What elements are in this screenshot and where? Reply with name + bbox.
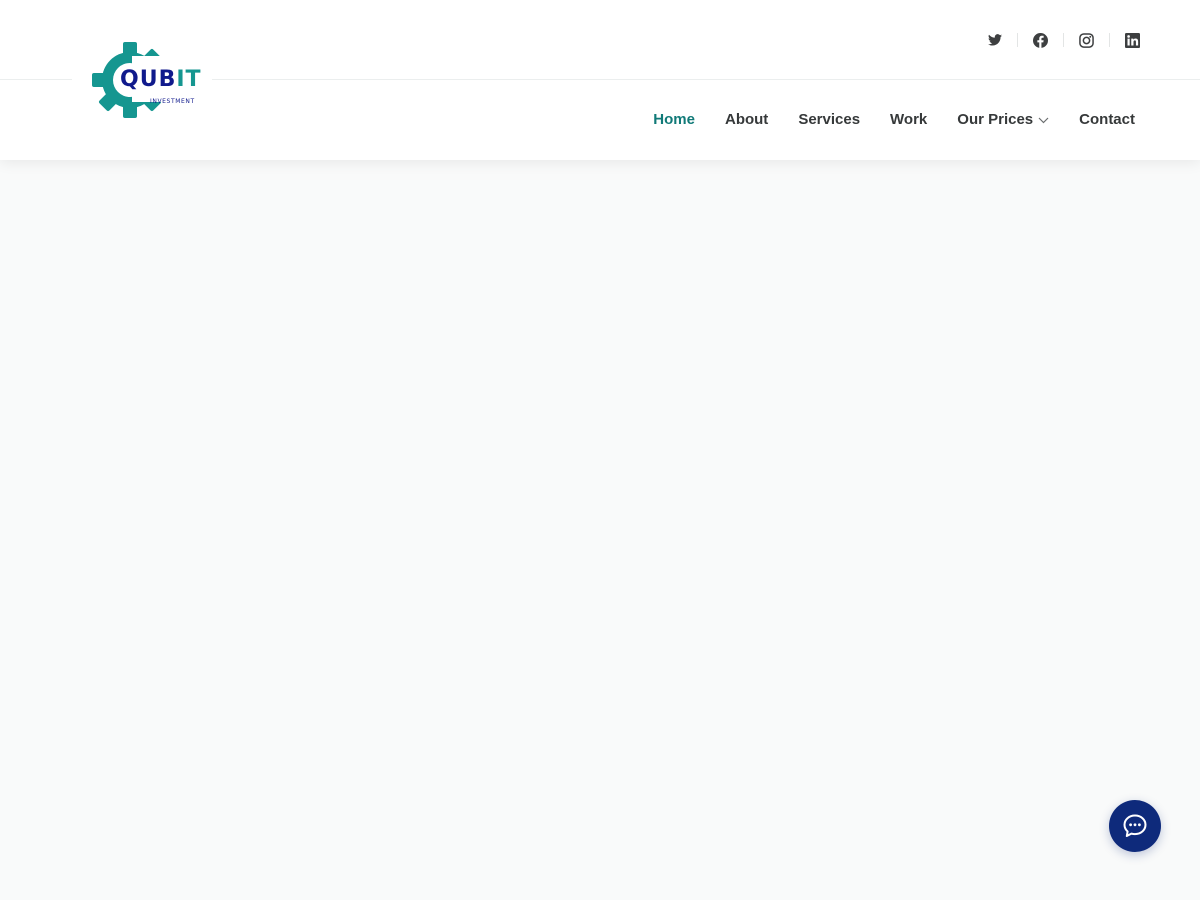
nav-item-contact[interactable]: Contact [1079,106,1135,134]
brand-logo[interactable]: QUBIT INVESTMENT [72,32,212,128]
nav-item-label: Contact [1079,111,1135,128]
brand-name-part1: QUB [120,67,177,92]
nav-item-label: About [724,111,769,128]
main-nav: Home About Services Work Our Prices Cont… [623,106,1135,134]
nav-item-about[interactable]: About [725,106,768,134]
nav-item-services[interactable]: Services [798,106,860,134]
brand-tagline: INVESTMENT [150,98,195,105]
nav-item-label: Services [798,111,861,128]
site-header: QUBIT INVESTMENT Home About Services Wor… [0,0,1200,160]
nav-item-label: Work [890,111,928,128]
twitter-icon [987,34,1002,46]
facebook-link[interactable] [1018,28,1063,52]
instagram-icon [1079,32,1094,48]
linkedin-link[interactable] [1110,28,1155,52]
nav-item-label: Home [653,111,695,128]
instagram-link[interactable] [1064,28,1109,52]
social-links [972,28,1155,52]
nav-item-label: Our Prices [957,111,1034,128]
twitter-link[interactable] [972,28,1017,52]
linkedin-icon [1125,32,1140,48]
nav-item-home[interactable]: Home [653,106,695,134]
brand-name-part2: IT [176,67,202,92]
nav-item-work[interactable]: Work [890,106,927,134]
chat-button[interactable] [1109,800,1161,852]
brand-wordmark: QUBIT [120,69,202,91]
nav-item-our-prices[interactable]: Our Prices [957,106,1049,134]
chevron-down-icon [1038,117,1049,123]
facebook-icon [1033,32,1048,48]
chat-bubble-icon [1123,814,1147,837]
